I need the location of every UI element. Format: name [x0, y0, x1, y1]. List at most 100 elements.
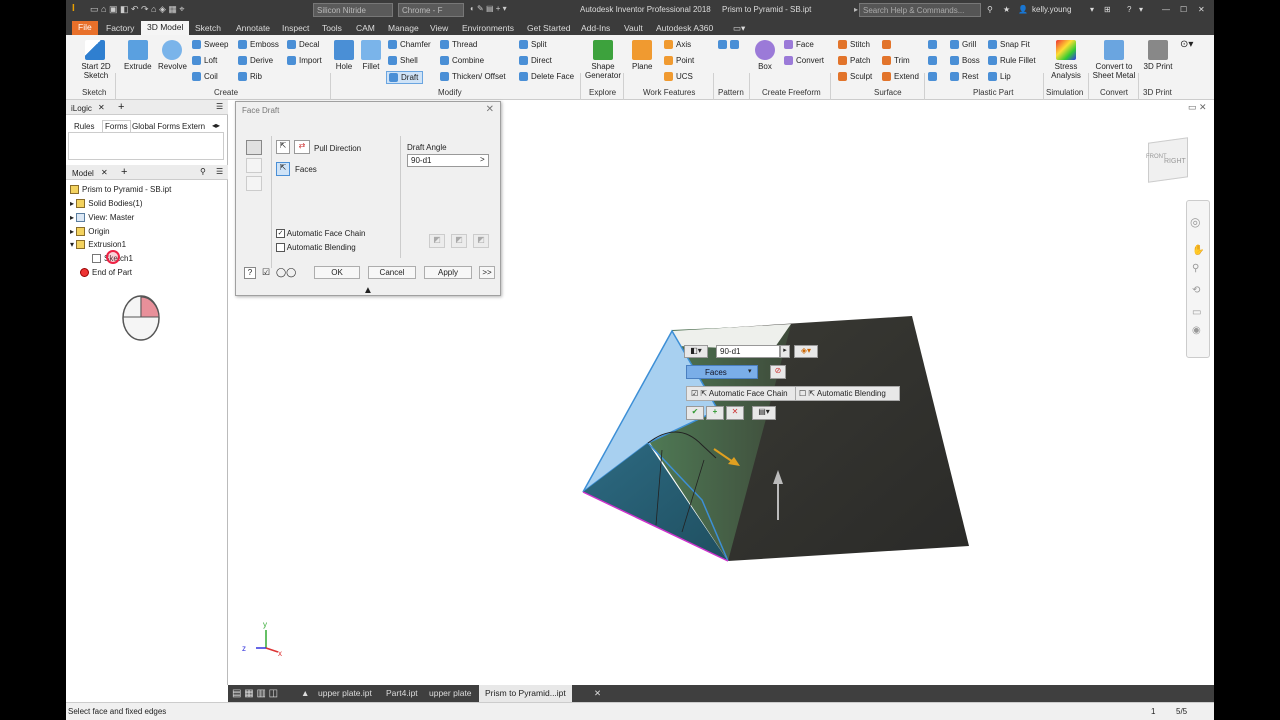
tree-end-of-part[interactable]: End of Part — [80, 268, 132, 278]
orbit-icon[interactable]: ⟲ — [1192, 285, 1200, 296]
thicken-offset-button[interactable]: Thicken/ Offset — [440, 72, 506, 82]
point-button[interactable]: Point — [664, 56, 694, 66]
ilogic-title[interactable]: iLogic — [71, 104, 92, 113]
mini-angle-arrow-icon[interactable]: ▸ — [780, 345, 790, 358]
star-icon[interactable]: ★ — [1003, 5, 1010, 14]
tab-tools[interactable]: Tools — [322, 22, 342, 35]
shell-button[interactable]: Shell — [388, 56, 418, 66]
tab-environments[interactable]: Environments — [462, 22, 514, 35]
stitch-button[interactable]: Stitch — [838, 40, 870, 50]
split-button[interactable]: Split — [519, 40, 547, 50]
box-button[interactable]: Box — [755, 40, 775, 71]
view-cube-right[interactable]: RIGHT — [1164, 158, 1186, 165]
model-add-icon[interactable]: + — [121, 166, 127, 178]
mini-faces-chevron-icon[interactable]: ▾ — [748, 367, 752, 375]
draft-option-icon-1[interactable]: ◩ — [429, 234, 445, 248]
ribbon-options-icon[interactable]: ▭▾ — [733, 22, 745, 35]
mini-flip-icon[interactable]: ◈▾ — [794, 345, 818, 358]
rest-button[interactable]: Rest — [950, 72, 978, 82]
draft-button[interactable]: Draft — [386, 71, 424, 85]
tab-inspect[interactable]: Inspect — [282, 22, 309, 35]
tree-extrusion1[interactable]: ▾ Extrusion1 — [70, 240, 126, 250]
draft-angle-arrow-icon[interactable]: > — [480, 155, 485, 164]
qa-tools-icons[interactable]: ◐ ✎ ▤ + ▾ — [470, 4, 507, 13]
grill-button[interactable]: Grill — [950, 40, 976, 50]
mini-direction-icon[interactable]: ◧▾ — [684, 345, 708, 358]
expand-icon[interactable]: ▸ — [70, 199, 74, 208]
thread-button[interactable]: Thread — [440, 40, 477, 50]
mini-options-icon[interactable]: ▤▾ — [752, 406, 776, 420]
combine-button[interactable]: Combine — [440, 56, 484, 66]
user-icon[interactable]: 👤 — [1018, 5, 1028, 14]
convert-sheet-metal-button[interactable]: Convert to Sheet Metal — [1091, 40, 1137, 80]
tab-add-ins[interactable]: Add-Ins — [581, 22, 610, 35]
sweep-button[interactable]: Sweep — [192, 40, 228, 50]
direct-button[interactable]: Direct — [519, 56, 552, 66]
model-menu-icon[interactable]: ☰ — [216, 167, 223, 176]
stress-analysis-button[interactable]: Stress Analysis — [1049, 40, 1083, 80]
help-icon[interactable]: ? — [1127, 5, 1131, 14]
parting-line-type-icon[interactable] — [246, 176, 262, 191]
plastic-icon-column[interactable] — [928, 56, 940, 66]
surface-extra-button[interactable] — [882, 40, 894, 50]
fixed-edge-type-icon[interactable] — [246, 140, 262, 155]
inventor-logo[interactable]: I — [72, 3, 75, 14]
delete-face-button[interactable]: Delete Face — [519, 72, 574, 82]
binoculars-icon[interactable]: ⚲ — [987, 5, 993, 14]
emboss-button[interactable]: Emboss — [238, 40, 279, 50]
tab-vault[interactable]: Vault — [624, 22, 643, 35]
mini-draft-angle-input[interactable]: 90-d1 — [716, 345, 780, 358]
quick-access-icons[interactable]: ▭ ⌂ ▣ ◧ ↶ ↷ ⌂ ◈ ▦ ⌖ — [90, 4, 184, 15]
fillet-button[interactable]: Fillet — [361, 40, 381, 71]
ilogic-tab-forms[interactable]: Forms — [102, 120, 131, 132]
search-input[interactable]: Search Help & Commands... — [859, 3, 981, 17]
cart-icon[interactable]: ⊞ — [1104, 5, 1111, 14]
user-name[interactable]: kelly.young — [1032, 5, 1071, 14]
close-icon[interactable]: ✕ — [1198, 5, 1205, 14]
ilogic-tab-global-forms[interactable]: Global Forms — [132, 122, 180, 131]
tree-view-master[interactable]: ▸ View: Master — [70, 213, 134, 223]
apply-button[interactable]: Apply — [424, 266, 472, 279]
start-sketch-button[interactable]: Start 2D Sketch — [74, 40, 116, 80]
tab-autodesk-a360[interactable]: Autodesk A360 — [656, 22, 713, 35]
tree-origin[interactable]: ▸ Origin — [70, 227, 110, 237]
mini-apply-icon[interactable]: + — [706, 406, 724, 420]
mini-automatic-face-chain[interactable]: ☑ ⇱ Automatic Face Chain — [691, 389, 788, 398]
hole-button[interactable]: Hole — [334, 40, 354, 71]
shape-generator-button[interactable]: Shape Generator — [584, 40, 622, 80]
draft-angle-input[interactable]: 90-d1 — [407, 154, 489, 167]
extend-button[interactable]: Extend — [882, 72, 919, 82]
zoom-icon[interactable]: ⚲ — [1192, 263, 1199, 274]
tab-3d-model[interactable]: 3D Model — [141, 21, 190, 35]
loft-button[interactable]: Loft — [192, 56, 217, 66]
appearance-dropdown[interactable]: Chrome - F — [398, 3, 464, 17]
model-close-icon[interactable]: ✕ — [101, 168, 108, 177]
3d-print-button[interactable]: 3D Print — [1141, 40, 1175, 71]
tab-file[interactable]: File — [72, 21, 98, 35]
dialog-expand-triangle-icon[interactable]: ▲ — [363, 285, 373, 296]
ilogic-menu-icon[interactable]: ☰ — [216, 102, 223, 111]
tab-view[interactable]: View — [430, 22, 448, 35]
ilogic-tab-extern[interactable]: Extern — [182, 122, 205, 131]
tab-get-started[interactable]: Get Started — [527, 22, 570, 35]
fixed-plane-type-icon[interactable] — [246, 158, 262, 173]
plane-button[interactable]: Plane — [632, 40, 652, 71]
dialog-help-icon[interactable]: ? — [244, 267, 256, 279]
rule-fillet-button[interactable]: Rule Fillet — [988, 56, 1036, 66]
doc-tab-upper-plate[interactable]: upper plate — [429, 688, 472, 698]
tree-solid-bodies[interactable]: ▸ Solid Bodies(1) — [70, 199, 143, 209]
expand-icon[interactable]: ▸ — [70, 213, 74, 222]
plastic-icon-column[interactable] — [928, 40, 940, 50]
tab-factory[interactable]: Factory — [106, 22, 134, 35]
mini-cancel-icon[interactable]: ✕ — [726, 406, 744, 420]
doc-tab-part4[interactable]: Part4.ipt — [386, 688, 418, 698]
expand-icon[interactable]: ▸ — [70, 227, 74, 236]
automatic-face-chain-checkbox[interactable]: ✓ Automatic Face Chain — [276, 229, 365, 239]
ok-button[interactable]: OK — [314, 266, 360, 279]
view-cube[interactable]: FRONT RIGHT — [1144, 136, 1192, 184]
minimize-icon[interactable]: — — [1162, 5, 1170, 14]
user-chevron-icon[interactable]: ▾ — [1090, 5, 1094, 14]
look-at-icon[interactable]: ▭ — [1192, 307, 1201, 318]
import-button[interactable]: Import — [287, 56, 322, 66]
boss-button[interactable]: Boss — [950, 56, 980, 66]
